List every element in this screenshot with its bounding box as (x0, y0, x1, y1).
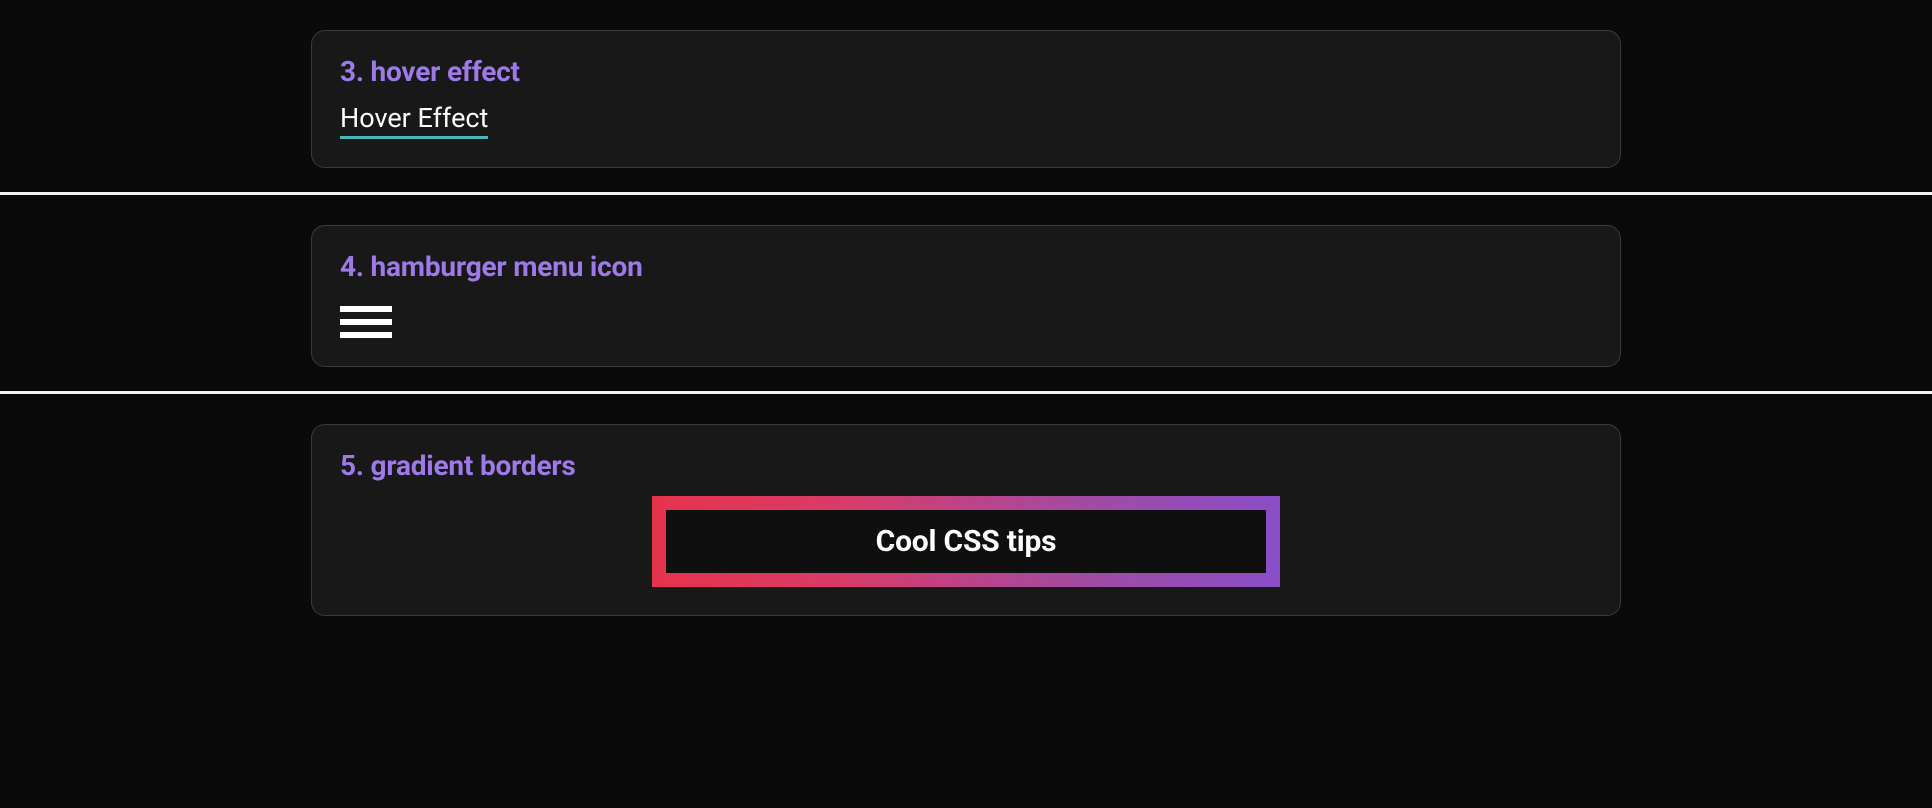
gradient-border-box: Cool CSS tips (652, 496, 1280, 587)
card-hover-effect: 3. hover effect Hover Effect (311, 30, 1621, 168)
hamburger-bar (340, 306, 392, 312)
card-heading: 4. hamburger menu icon (340, 250, 1592, 283)
hamburger-bar (340, 332, 392, 338)
hover-effect-link[interactable]: Hover Effect (340, 102, 488, 139)
section-gradient-borders: 5. gradient borders Cool CSS tips (0, 394, 1932, 640)
gradient-border-container: Cool CSS tips (340, 496, 1592, 587)
section-hover-effect: 3. hover effect Hover Effect (0, 0, 1932, 192)
card-hamburger: 4. hamburger menu icon (311, 225, 1621, 367)
gradient-inner-box: Cool CSS tips (666, 510, 1266, 573)
section-hamburger: 4. hamburger menu icon (0, 195, 1932, 391)
card-gradient-borders: 5. gradient borders Cool CSS tips (311, 424, 1621, 616)
hamburger-bar (340, 319, 392, 325)
card-heading: 5. gradient borders (340, 449, 1592, 482)
gradient-inner-text: Cool CSS tips (876, 524, 1057, 559)
card-heading: 3. hover effect (340, 55, 1592, 88)
hamburger-menu-icon[interactable] (340, 306, 392, 338)
